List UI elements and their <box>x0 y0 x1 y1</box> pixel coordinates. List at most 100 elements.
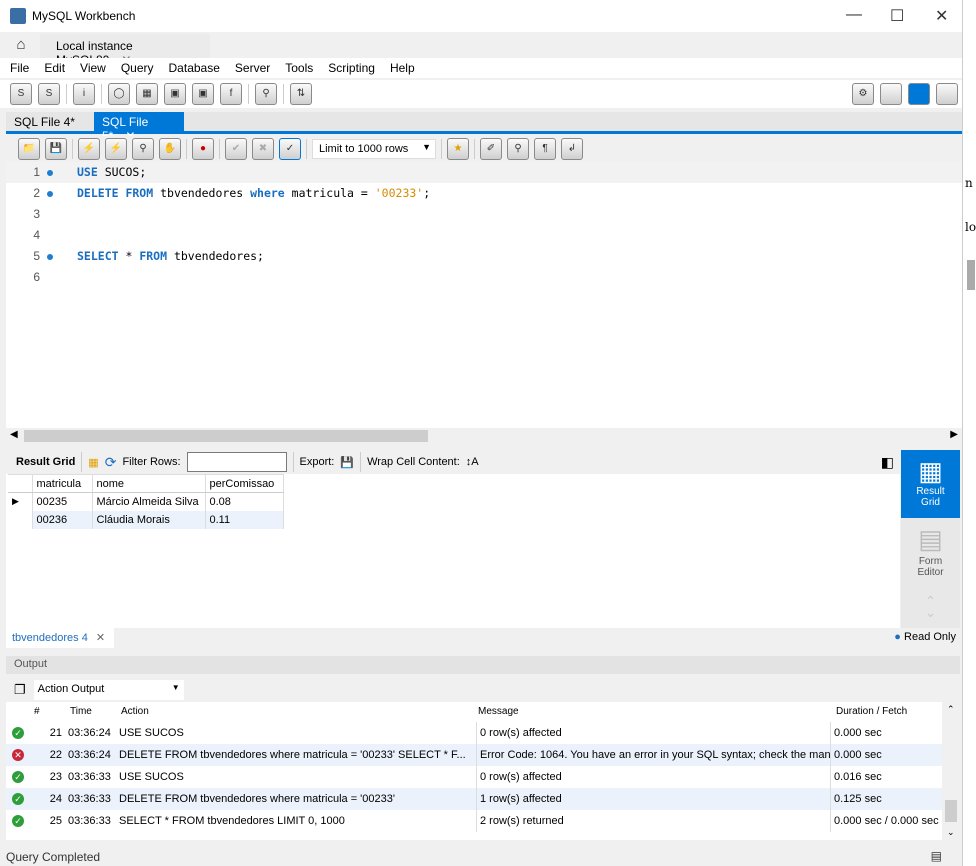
create-view-icon[interactable]: ▣ <box>164 83 186 105</box>
create-function-icon[interactable]: f <box>220 83 242 105</box>
cell[interactable]: 00235 <box>32 492 93 511</box>
menu-scripting[interactable]: Scripting <box>328 61 375 75</box>
rollback-icon[interactable]: ✖ <box>252 138 274 160</box>
tab-sql-file-4[interactable]: SQL File 4* <box>6 112 92 131</box>
line-number: 6 <box>33 270 40 284</box>
toggle-secondary-sidebar-icon[interactable] <box>936 83 958 105</box>
autocommit-icon[interactable]: ✓ <box>279 138 301 160</box>
form-editor-button[interactable]: ▤ Form Editor <box>901 522 960 578</box>
row-message: 1 row(s) affected <box>476 788 831 810</box>
minimize-button[interactable]: — <box>846 6 862 24</box>
search-table-data-icon[interactable]: ⚲ <box>255 83 277 105</box>
result-side-panel: ▦ Result Grid ▤ Form Editor ⌃ ⌄ <box>901 450 960 628</box>
success-icon: ✓ <box>12 793 24 805</box>
editor-line: 2 DELETE FROM tbvendedores where matricul… <box>6 183 962 204</box>
scrollbar-thumb[interactable] <box>945 800 957 822</box>
row-duration: 0.000 sec <box>830 722 942 744</box>
cell[interactable]: Cláudia Morais <box>92 510 206 529</box>
save-icon[interactable]: 💾 <box>45 138 67 160</box>
close-button[interactable]: ✕ <box>935 6 948 26</box>
beautify-icon[interactable]: ✐ <box>480 138 502 160</box>
execute-icon[interactable]: ⚡ <box>78 138 100 160</box>
find-icon[interactable]: ⚲ <box>507 138 529 160</box>
settings-gear-icon[interactable]: ⚙ <box>852 83 874 105</box>
add-snippet-icon[interactable]: ★ <box>447 138 469 160</box>
create-schema-icon[interactable]: ◯ <box>108 83 130 105</box>
refresh-icon[interactable]: ⟳ <box>105 454 117 471</box>
column-header: Message <box>478 706 519 717</box>
inspector-icon[interactable]: i <box>73 83 95 105</box>
column-toggle-icon[interactable]: ▦ <box>88 456 98 469</box>
sql-editor[interactable]: 1 USE SUCOS; 2 DELETE FROM tbvendedores wh… <box>6 162 962 428</box>
statement-marker-icon <box>47 254 53 260</box>
label: Form Editor <box>917 556 944 578</box>
toggle-panel-icon[interactable]: ◧ <box>881 454 894 471</box>
menu-server[interactable]: Server <box>235 61 270 75</box>
result-tab[interactable]: tbvendedores 4 ✕ <box>6 628 114 648</box>
menu-edit[interactable]: Edit <box>44 61 65 75</box>
commit-icon[interactable]: ✔ <box>225 138 247 160</box>
output-type-select[interactable]: Action Output ▼ <box>33 680 184 700</box>
reconnect-icon[interactable]: ⇅ <box>290 83 312 105</box>
explain-icon[interactable]: ⚲ <box>132 138 154 160</box>
open-sql-script-icon[interactable]: S <box>38 83 60 105</box>
wrap-cell-label: Wrap Cell Content: <box>367 456 460 468</box>
open-file-icon[interactable]: 📁 <box>18 138 40 160</box>
wrap-cell-icon[interactable]: ↕A <box>466 456 479 468</box>
output-row[interactable]: ✓ 25 03:36:33 SELECT * FROM tbvendedores LI… <box>6 810 942 832</box>
cell[interactable]: 0.11 <box>205 510 284 529</box>
menu-tools[interactable]: Tools <box>285 61 313 75</box>
execute-current-icon[interactable]: ⚡ <box>105 138 127 160</box>
toggle-output-icon[interactable] <box>908 83 930 105</box>
output-table: # Time Action Message Duration / Fetch ✓… <box>6 702 942 840</box>
tab-sql-file-5[interactable]: SQL File 5*✕ <box>94 112 184 143</box>
copy-icon[interactable]: ❐ <box>14 682 26 698</box>
result-grid-label: Result Grid <box>16 456 76 468</box>
table-row[interactable]: ▶ 00235 Márcio Almeida Silva 0.08 <box>8 492 284 511</box>
table-row[interactable]: 00236 Cláudia Morais 0.11 <box>8 510 284 529</box>
menu-query[interactable]: Query <box>121 61 154 75</box>
output-row[interactable]: ✓ 21 03:36:24 USE SUCOS 0 row(s) affected 0.0… <box>6 722 942 744</box>
menu-help[interactable]: Help <box>390 61 415 75</box>
maximize-button[interactable]: ☐ <box>890 6 904 26</box>
info-icon: ● <box>894 631 901 643</box>
cell[interactable]: 0.08 <box>205 492 284 511</box>
menu-database[interactable]: Database <box>169 61 220 75</box>
output-vertical-scrollbar[interactable]: ⌃ ⌄ <box>942 702 960 840</box>
new-sql-tab-icon[interactable]: S <box>10 83 32 105</box>
close-icon[interactable]: ✕ <box>96 632 105 644</box>
stop-on-error-icon[interactable]: ● <box>192 138 214 160</box>
stop-icon[interactable]: ✋ <box>159 138 181 160</box>
output-row[interactable]: ✓ 24 03:36:33 DELETE FROM tbvendedores wher… <box>6 788 942 810</box>
column-header: # <box>34 706 40 717</box>
keyword: where <box>250 186 285 200</box>
result-grid-button[interactable]: ▦ Result Grid <box>901 450 960 518</box>
scrollbar-thumb[interactable] <box>24 430 428 442</box>
connection-tab[interactable]: Local instance MySQL80✕ <box>40 34 210 67</box>
status-log-icon[interactable]: ▤ <box>931 849 942 863</box>
toggle-sidebar-icon[interactable] <box>880 83 902 105</box>
word-wrap-icon[interactable]: ↲ <box>561 138 583 160</box>
cell[interactable]: Márcio Almeida Silva <box>92 492 206 511</box>
limit-rows-select[interactable]: Limit to 1000 rows ▼ <box>312 139 436 159</box>
tab-label: SQL File 4* <box>14 115 75 129</box>
create-procedure-icon[interactable]: ▣ <box>192 83 214 105</box>
export-icon[interactable]: 💾 <box>340 456 354 469</box>
home-icon[interactable]: ⌂ <box>4 36 38 56</box>
output-row[interactable]: ✓ 23 03:36:33 USE SUCOS 0 row(s) affected 0.0… <box>6 766 942 788</box>
cell[interactable]: 00236 <box>32 510 93 529</box>
filter-rows-input[interactable] <box>186 452 287 472</box>
row-number: 24 <box>49 793 62 805</box>
column-header[interactable]: perComissao <box>205 474 284 493</box>
output-title: Output <box>14 658 48 670</box>
column-header[interactable]: matricula <box>32 474 93 493</box>
menu-view[interactable]: View <box>80 61 106 75</box>
column-header[interactable]: nome <box>92 474 206 493</box>
invisible-chars-icon[interactable]: ¶ <box>534 138 556 160</box>
create-table-icon[interactable]: ▦ <box>136 83 158 105</box>
output-row[interactable]: ✕ 22 03:36:24 DELETE FROM tbvendedores wher… <box>6 744 942 766</box>
code-text: ; <box>423 186 431 200</box>
row-message: 0 row(s) affected <box>476 766 831 788</box>
scroll-arrows-icon[interactable]: ⌃ ⌄ <box>901 594 960 619</box>
menu-file[interactable]: File <box>10 61 29 75</box>
